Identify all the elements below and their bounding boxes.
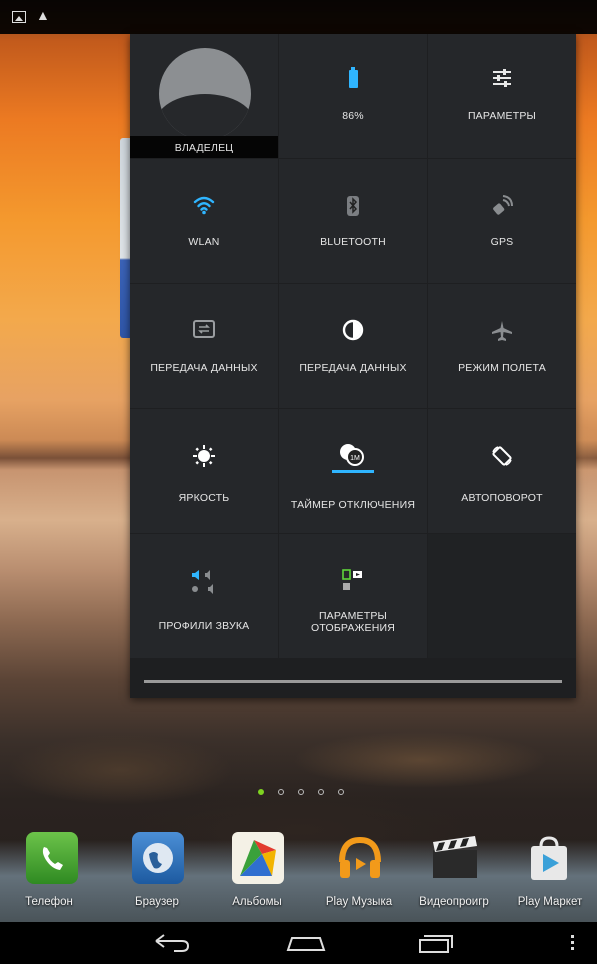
tile-label: ПАРАМЕТРЫ ОТОБРАЖЕНИЯ bbox=[310, 610, 396, 634]
tile-label: ПЕРЕДАЧА ДАННЫХ bbox=[299, 362, 407, 374]
dock-app-phone[interactable]: Телефон bbox=[0, 826, 98, 922]
navigation-bar bbox=[0, 922, 597, 964]
home-icon bbox=[286, 937, 326, 951]
tile-brightness[interactable]: ЯРКОСТЬ bbox=[130, 409, 278, 533]
tile-autorotate[interactable]: АВТОПОВОРОТ bbox=[428, 409, 576, 533]
gps-icon bbox=[428, 195, 576, 222]
menu-icon bbox=[571, 935, 574, 950]
dock-app-label: Телефон bbox=[25, 896, 73, 908]
sliders-icon bbox=[428, 68, 576, 93]
tile-bluetooth[interactable]: BLUETOOTH bbox=[279, 159, 427, 283]
tile-label: ПЕРЕДАЧА ДАННЫХ bbox=[150, 362, 258, 374]
phone-app-icon bbox=[26, 832, 78, 884]
browser-app-icon bbox=[132, 832, 184, 884]
data-usage-icon bbox=[279, 319, 427, 346]
tile-wlan[interactable]: WLAN bbox=[130, 159, 278, 283]
gallery-icon bbox=[12, 11, 26, 23]
quick-settings-drag-handle[interactable] bbox=[144, 680, 562, 683]
albums-app-icon bbox=[232, 832, 284, 884]
tile-data-transfer[interactable]: ПЕРЕДАЧА ДАННЫХ bbox=[130, 284, 278, 408]
timer-progress-bar bbox=[332, 470, 374, 473]
display-settings-icon bbox=[279, 568, 427, 599]
rotate-icon bbox=[428, 444, 576, 473]
dock-app-label: Play Маркет bbox=[517, 896, 583, 908]
tile-label: РЕЖИМ ПОЛЕТА bbox=[458, 362, 546, 374]
tile-airplane-mode[interactable]: РЕЖИМ ПОЛЕТА bbox=[428, 284, 576, 408]
dock-app-label: Браузер bbox=[135, 896, 179, 908]
timer-value: 1M bbox=[350, 455, 360, 462]
video-player-app-icon bbox=[429, 832, 481, 884]
tile-label: BLUETOOTH bbox=[320, 236, 386, 248]
tile-display-settings[interactable]: ПАРАМЕТРЫ ОТОБРАЖЕНИЯ bbox=[279, 534, 427, 658]
tile-settings[interactable]: ПАРАМЕТРЫ bbox=[428, 34, 576, 158]
tile-battery[interactable]: 86% bbox=[279, 34, 427, 158]
warning-icon: ▲ bbox=[36, 7, 50, 23]
sound-profiles-icon bbox=[130, 568, 278, 601]
page-dot-active[interactable] bbox=[258, 789, 264, 795]
page-dot[interactable] bbox=[338, 789, 344, 795]
brightness-icon bbox=[130, 445, 278, 472]
data-transfer-icon bbox=[130, 320, 278, 343]
home-button[interactable] bbox=[276, 922, 336, 964]
tile-label: ПРОФИЛИ ЗВУКА bbox=[158, 620, 250, 632]
dock-app-video-player[interactable]: Видеопроигр bbox=[405, 826, 503, 922]
status-bar[interactable]: ▲ bbox=[0, 0, 597, 34]
tile-label: 86% bbox=[342, 110, 364, 122]
page-dot[interactable] bbox=[278, 789, 284, 795]
menu-button[interactable] bbox=[552, 922, 592, 964]
back-button[interactable] bbox=[142, 922, 202, 964]
play-music-app-icon bbox=[334, 832, 386, 884]
dock-app-label: Альбомы bbox=[232, 896, 282, 908]
dock-app-play-market[interactable]: Play Маркет bbox=[503, 826, 597, 922]
tile-label: ЯРКОСТЬ bbox=[178, 492, 230, 504]
avatar bbox=[159, 48, 251, 140]
dock-app-albums[interactable]: Альбомы bbox=[208, 826, 306, 922]
app-dock: Телефон Браузер Альбомы Play Музыка Виде… bbox=[0, 826, 597, 922]
tile-label: ПАРАМЕТРЫ bbox=[467, 110, 537, 122]
timer-icon: 1M bbox=[279, 441, 427, 474]
battery-icon bbox=[279, 67, 427, 93]
wifi-icon bbox=[130, 195, 278, 220]
tile-owner[interactable]: ВЛАДЕЛЕЦ bbox=[130, 34, 278, 158]
tile-sound-profiles[interactable]: ПРОФИЛИ ЗВУКА bbox=[130, 534, 278, 658]
play-market-app-icon bbox=[523, 832, 575, 884]
quick-settings-panel: ВЛАДЕЛЕЦ 86% ПАРАМЕТРЫ WLAN BLUETOOTH GP… bbox=[130, 34, 576, 698]
page-dot[interactable] bbox=[318, 789, 324, 795]
tile-empty bbox=[428, 534, 576, 658]
tile-gps[interactable]: GPS bbox=[428, 159, 576, 283]
bluetooth-icon bbox=[279, 195, 427, 222]
tile-label: WLAN bbox=[188, 236, 220, 248]
tile-label: ВЛАДЕЛЕЦ bbox=[174, 142, 234, 154]
tile-sleep-timer[interactable]: 1M ТАЙМЕР ОТКЛЮЧЕНИЯ bbox=[279, 409, 427, 533]
dock-app-browser[interactable]: Браузер bbox=[108, 826, 206, 922]
dock-app-label: Видеопроигр bbox=[419, 896, 489, 908]
dock-app-play-music[interactable]: Play Музыка bbox=[310, 826, 408, 922]
tile-label: ТАЙМЕР ОТКЛЮЧЕНИЯ bbox=[290, 499, 416, 511]
airplane-icon bbox=[428, 320, 576, 347]
tile-label: АВТОПОВОРОТ bbox=[461, 492, 543, 504]
tile-data-usage[interactable]: ПЕРЕДАЧА ДАННЫХ bbox=[279, 284, 427, 408]
page-dot[interactable] bbox=[298, 789, 304, 795]
dock-app-label: Play Музыка bbox=[325, 896, 393, 908]
tile-label: GPS bbox=[490, 236, 514, 248]
recents-icon bbox=[419, 935, 453, 953]
recents-button[interactable] bbox=[404, 922, 464, 964]
back-icon bbox=[155, 934, 190, 952]
